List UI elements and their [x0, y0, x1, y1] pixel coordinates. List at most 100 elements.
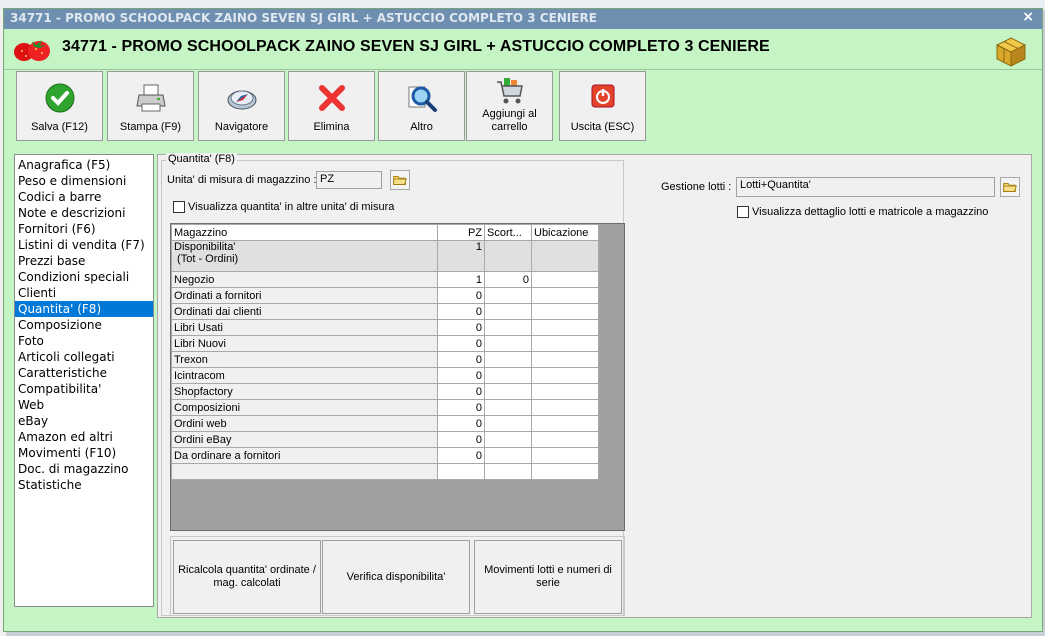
nav-item-prezzi[interactable]: Prezzi base [15, 253, 153, 269]
cell-scorta[interactable] [484, 367, 532, 384]
nav-item-compatibilita[interactable]: Compatibilita' [15, 381, 153, 397]
cell-scorta[interactable] [484, 287, 532, 304]
show-lots-detail-checkbox[interactable] [737, 206, 749, 218]
cell-magazzino[interactable]: Libri Usati [171, 319, 438, 336]
nav-item-caratteristiche[interactable]: Caratteristiche [15, 365, 153, 381]
nav-item-articoli-collegati[interactable]: Articoli collegati [15, 349, 153, 365]
other-button[interactable]: Altro [378, 71, 465, 141]
nav-item-note[interactable]: Note e descrizioni [15, 205, 153, 221]
save-button[interactable]: Salva (F12) [16, 71, 103, 141]
cell-scorta[interactable]: 0 [484, 271, 532, 288]
nav-item-doc-magazzino[interactable]: Doc. di magazzino [15, 461, 153, 477]
nav-item-condizioni[interactable]: Condizioni speciali [15, 269, 153, 285]
table-row[interactable]: Libri Usati 0 [171, 319, 599, 336]
col-header-magazzino[interactable]: Magazzino [171, 224, 438, 241]
table-row[interactable]: Libri Nuovi 0 [171, 335, 599, 352]
nav-item-web[interactable]: Web [15, 397, 153, 413]
nav-item-amazon[interactable]: Amazon ed altri [15, 429, 153, 445]
cell-pz[interactable]: 0 [437, 303, 485, 320]
nav-item-peso[interactable]: Peso e dimensioni [15, 173, 153, 189]
print-button[interactable]: Stampa (F9) [107, 71, 194, 141]
table-row[interactable] [171, 463, 599, 480]
table-row[interactable]: Trexon 0 [171, 351, 599, 368]
table-row[interactable]: Ordini web 0 [171, 415, 599, 432]
cell-ubicazione[interactable] [531, 351, 599, 368]
col-header-scorta[interactable]: Scort... [484, 224, 532, 241]
cell-pz[interactable]: 1 [437, 271, 485, 288]
cell-pz[interactable]: 0 [437, 415, 485, 432]
cell-magazzino[interactable]: Ordini web [171, 415, 438, 432]
nav-item-clienti[interactable]: Clienti [15, 285, 153, 301]
col-header-pz[interactable]: PZ [437, 224, 485, 241]
nav-item-codici[interactable]: Codici a barre [15, 189, 153, 205]
table-row[interactable]: Ordinati a fornitori 0 [171, 287, 599, 304]
cell-scorta[interactable] [484, 463, 532, 480]
cell-scorta[interactable] [484, 351, 532, 368]
lots-field[interactable]: Lotti+Quantita' [736, 177, 995, 197]
cell-magazzino[interactable]: Trexon [171, 351, 438, 368]
table-row[interactable]: Da ordinare a fornitori 0 [171, 447, 599, 464]
cell-ubicazione[interactable] [531, 240, 599, 272]
window-titlebar[interactable]: 34771 - PROMO SCHOOLPACK ZAINO SEVEN SJ … [4, 9, 1042, 29]
cell-scorta[interactable] [484, 431, 532, 448]
lots-browse-button[interactable] [1000, 177, 1020, 197]
navigator-button[interactable]: Navigatore [198, 71, 285, 141]
nav-item-quantita[interactable]: Quantita' (F8) [15, 301, 153, 317]
cell-pz[interactable]: 0 [437, 431, 485, 448]
add-to-cart-button[interactable]: Aggiungi al carrello [466, 71, 553, 141]
nav-item-composizione[interactable]: Composizione [15, 317, 153, 333]
cell-scorta[interactable] [484, 415, 532, 432]
cell-ubicazione[interactable] [531, 271, 599, 288]
cell-magazzino[interactable]: Ordini eBay [171, 431, 438, 448]
cell-pz[interactable]: 1 [437, 240, 485, 272]
cell-ubicazione[interactable] [531, 399, 599, 416]
exit-button[interactable]: Uscita (ESC) [559, 71, 646, 141]
cell-ubicazione[interactable] [531, 431, 599, 448]
nav-item-statistiche[interactable]: Statistiche [15, 477, 153, 493]
cell-magazzino[interactable]: Composizioni [171, 399, 438, 416]
cell-ubicazione[interactable] [531, 383, 599, 400]
cell-ubicazione[interactable] [531, 335, 599, 352]
cell-pz[interactable] [437, 463, 485, 480]
table-row[interactable]: Shopfactory 0 [171, 383, 599, 400]
cell-scorta[interactable] [484, 399, 532, 416]
cell-pz[interactable]: 0 [437, 383, 485, 400]
cell-magazzino[interactable]: Disponibilita' (Tot - Ordini) [171, 240, 438, 272]
unit-field[interactable]: PZ [316, 171, 382, 189]
nav-item-ebay[interactable]: eBay [15, 413, 153, 429]
col-header-ubicazione[interactable]: Ubicazione [531, 224, 599, 241]
cell-ubicazione[interactable] [531, 463, 599, 480]
cell-pz[interactable]: 0 [437, 399, 485, 416]
cell-magazzino[interactable]: Da ordinare a fornitori [171, 447, 438, 464]
cell-magazzino[interactable] [171, 463, 438, 480]
table-row[interactable]: Ordini eBay 0 [171, 431, 599, 448]
nav-item-foto[interactable]: Foto [15, 333, 153, 349]
cell-scorta[interactable] [484, 319, 532, 336]
recalc-button[interactable]: Ricalcola quantita' ordinate / mag. calc… [173, 540, 321, 614]
cell-ubicazione[interactable] [531, 415, 599, 432]
cell-ubicazione[interactable] [531, 287, 599, 304]
table-row[interactable]: Disponibilita' (Tot - Ordini) 1 [171, 240, 599, 272]
cell-magazzino[interactable]: Ordinati dai clienti [171, 303, 438, 320]
nav-item-listini[interactable]: Listini di vendita (F7) [15, 237, 153, 253]
cell-ubicazione[interactable] [531, 319, 599, 336]
cell-magazzino[interactable]: Ordinati a fornitori [171, 287, 438, 304]
table-row[interactable]: Composizioni 0 [171, 399, 599, 416]
cell-pz[interactable]: 0 [437, 319, 485, 336]
cell-scorta[interactable] [484, 335, 532, 352]
table-row[interactable]: Ordinati dai clienti 0 [171, 303, 599, 320]
cell-ubicazione[interactable] [531, 447, 599, 464]
cell-scorta[interactable] [484, 447, 532, 464]
table-row[interactable]: Icintracom 0 [171, 367, 599, 384]
cell-scorta[interactable] [484, 240, 532, 272]
nav-item-movimenti[interactable]: Movimenti (F10) [15, 445, 153, 461]
delete-button[interactable]: Elimina [288, 71, 375, 141]
lot-movements-button[interactable]: Movimenti lotti e numeri di serie [474, 540, 622, 614]
show-other-units-checkbox[interactable] [173, 201, 185, 213]
cell-pz[interactable]: 0 [437, 447, 485, 464]
cell-pz[interactable]: 0 [437, 287, 485, 304]
warehouse-grid[interactable]: Magazzino PZ Scort... Ubicazione Disponi… [170, 223, 625, 531]
cell-magazzino[interactable]: Icintracom [171, 367, 438, 384]
check-availability-button[interactable]: Verifica disponibilita' [322, 540, 470, 614]
cell-magazzino[interactable]: Negozio [171, 271, 438, 288]
